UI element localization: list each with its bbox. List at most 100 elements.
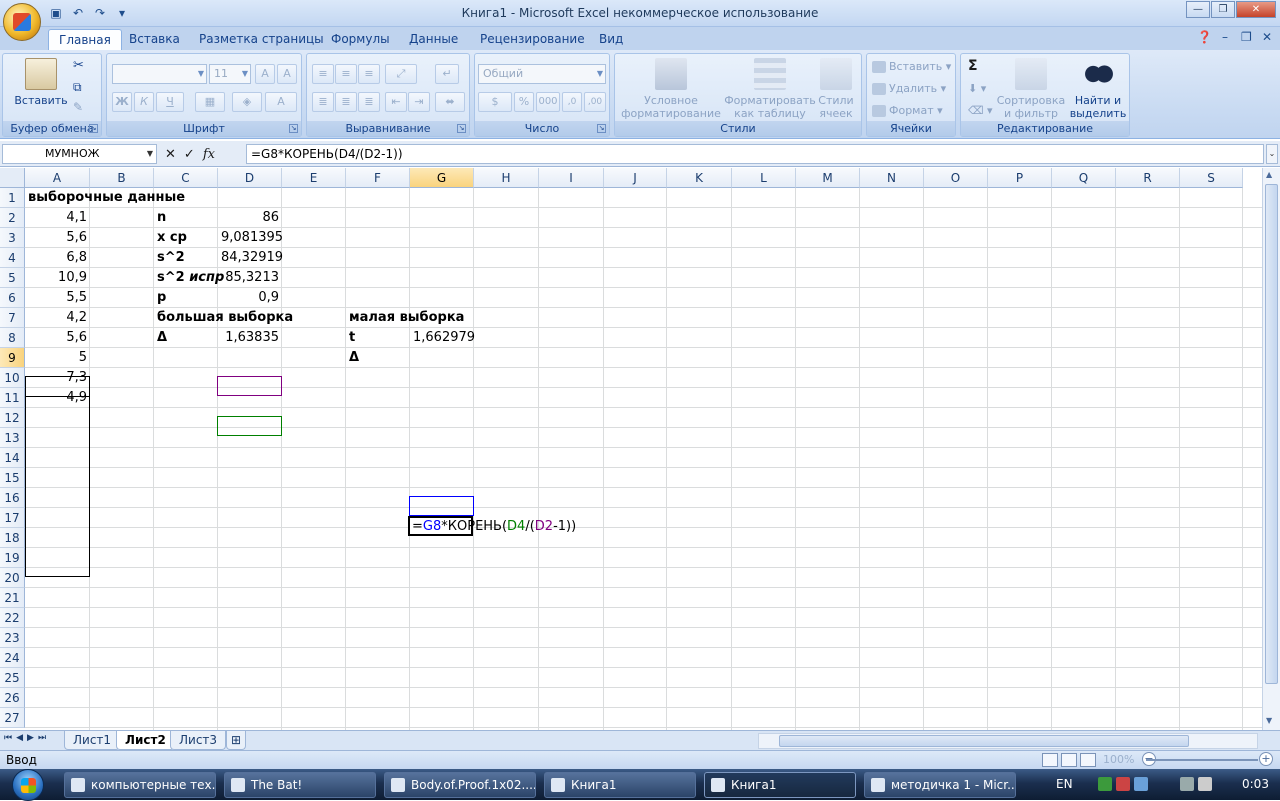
minimize-button[interactable]: — [1186, 1, 1210, 18]
column-header[interactable]: L [732, 168, 796, 188]
page-layout-view-icon[interactable] [1061, 753, 1077, 767]
cell-c3[interactable]: x ср [154, 228, 190, 248]
maximize-button[interactable]: ❐ [1211, 1, 1235, 18]
tray-app-icon-2[interactable] [1116, 777, 1130, 791]
cell-a1[interactable]: выборочные данные [25, 188, 188, 208]
cell-f7[interactable]: малая выборка [346, 308, 467, 328]
cell-a3[interactable]: 5,6 [25, 228, 90, 248]
orientation-button[interactable]: ⤢ [385, 64, 417, 84]
row-header[interactable]: 4 [0, 248, 25, 268]
grow-font-button[interactable]: A [255, 64, 275, 84]
alignment-launcher-icon[interactable]: ↘ [457, 124, 466, 133]
taskbar-item[interactable]: Книга1 [704, 772, 856, 798]
fill-icon[interactable]: ⬇ ▾ [968, 82, 986, 95]
align-middle-button[interactable]: ≡ [335, 64, 357, 84]
cell-d5[interactable]: 85,3213 [218, 268, 282, 288]
taskbar-item[interactable]: Книга1 [544, 772, 696, 798]
row-header[interactable]: 1 [0, 188, 25, 208]
tray-volume-icon[interactable] [1198, 777, 1212, 791]
number-format-combo[interactable]: Общий ▼ [478, 64, 606, 84]
row-header[interactable]: 21 [0, 588, 25, 608]
column-header[interactable]: H [474, 168, 539, 188]
row-header[interactable]: 16 [0, 488, 25, 508]
column-header[interactable]: E [282, 168, 346, 188]
cell-d8[interactable]: 1,63835 [218, 328, 282, 348]
column-header[interactable]: N [860, 168, 924, 188]
row-header[interactable]: 3 [0, 228, 25, 248]
language-indicator[interactable]: EN [1056, 777, 1073, 791]
row-header[interactable]: 13 [0, 428, 25, 448]
tray-app-icon-3[interactable] [1134, 777, 1148, 791]
format-as-table-button[interactable]: Форматировать как таблицу [723, 58, 817, 120]
row-header[interactable]: 18 [0, 528, 25, 548]
decrease-decimal-button[interactable]: ,00 [584, 92, 606, 112]
row-header[interactable]: 14 [0, 448, 25, 468]
cell-c8[interactable]: Δ [154, 328, 170, 348]
cell-a11[interactable]: 4,9 [25, 388, 90, 408]
row-header[interactable]: 19 [0, 548, 25, 568]
column-header[interactable]: P [988, 168, 1052, 188]
select-all-corner[interactable] [0, 168, 25, 188]
column-header[interactable]: G [410, 168, 474, 188]
row-header[interactable]: 23 [0, 628, 25, 648]
column-header[interactable]: D [218, 168, 282, 188]
row-header[interactable]: 20 [0, 568, 25, 588]
cell-d2[interactable]: 86 [218, 208, 282, 228]
thousands-button[interactable]: 000 [536, 92, 560, 112]
cell-a2[interactable]: 4,1 [25, 208, 90, 228]
copy-icon[interactable]: ⧉ [73, 80, 82, 95]
align-left-button[interactable]: ≣ [312, 92, 334, 112]
row-header[interactable]: 26 [0, 688, 25, 708]
column-header[interactable]: R [1116, 168, 1180, 188]
cell-a9[interactable]: 5 [25, 348, 90, 368]
insert-sheet-icon[interactable]: ⊞ [226, 731, 247, 750]
fill-color-button[interactable]: ◈ [232, 92, 262, 112]
sheet-tab-1[interactable]: Лист1 [64, 731, 121, 750]
ribbon-restore-icon[interactable]: ❐ [1241, 30, 1252, 44]
insert-function-icon[interactable]: fx [203, 147, 215, 162]
row-header[interactable]: 9 [0, 348, 25, 368]
cell-g8[interactable]: 1,662979 [410, 328, 475, 348]
font-size-combo[interactable]: 11 ▼ [209, 64, 251, 84]
increase-decimal-button[interactable]: ,0 [562, 92, 582, 112]
delete-cells-button[interactable]: Удалить ▾ [872, 80, 946, 98]
number-launcher-icon[interactable]: ↘ [597, 124, 606, 133]
row-header[interactable]: 6 [0, 288, 25, 308]
row-header[interactable]: 11 [0, 388, 25, 408]
cell-d3[interactable]: 9,081395 [218, 228, 283, 248]
prev-sheet-icon[interactable]: ◀ [16, 733, 23, 743]
row-header[interactable]: 22 [0, 608, 25, 628]
column-header[interactable]: M [796, 168, 860, 188]
row-header[interactable]: 8 [0, 328, 25, 348]
cell-a6[interactable]: 5,5 [25, 288, 90, 308]
column-header[interactable]: K [667, 168, 732, 188]
cancel-icon[interactable]: ✕ [165, 147, 176, 162]
align-bottom-button[interactable]: ≡ [358, 64, 380, 84]
cell-a5[interactable]: 10,9 [25, 268, 90, 288]
column-header[interactable]: F [346, 168, 410, 188]
row-header[interactable]: 24 [0, 648, 25, 668]
find-select-button[interactable]: Найти и выделить [1067, 58, 1129, 120]
underline-button[interactable]: Ч [156, 92, 184, 112]
tab-page-layout[interactable]: Разметка страницы [189, 29, 334, 50]
tab-home[interactable]: Главная [48, 29, 122, 50]
tray-app-icon-1[interactable] [1098, 777, 1112, 791]
vertical-scroll-thumb[interactable] [1265, 184, 1278, 684]
scroll-down-icon[interactable]: ▼ [1266, 716, 1272, 725]
ribbon-minimize-icon[interactable]: – [1222, 30, 1228, 44]
zoom-in-icon[interactable]: + [1259, 752, 1273, 766]
horizontal-scroll-thumb[interactable] [779, 735, 1189, 747]
cell-a4[interactable]: 6,8 [25, 248, 90, 268]
cell-f9[interactable]: Δ [346, 348, 362, 368]
row-header[interactable]: 5 [0, 268, 25, 288]
cell-a10[interactable]: 7,3 [25, 368, 90, 388]
row-header[interactable]: 15 [0, 468, 25, 488]
wrap-text-button[interactable]: ↵ [435, 64, 459, 84]
clock[interactable]: 0:03 [1242, 777, 1269, 791]
row-header[interactable]: 27 [0, 708, 25, 728]
help-icon[interactable]: ❓ [1197, 30, 1212, 44]
row-header[interactable]: 2 [0, 208, 25, 228]
tab-formulas[interactable]: Формулы [321, 29, 400, 50]
normal-view-icon[interactable] [1042, 753, 1058, 767]
row-header[interactable]: 10 [0, 368, 25, 388]
